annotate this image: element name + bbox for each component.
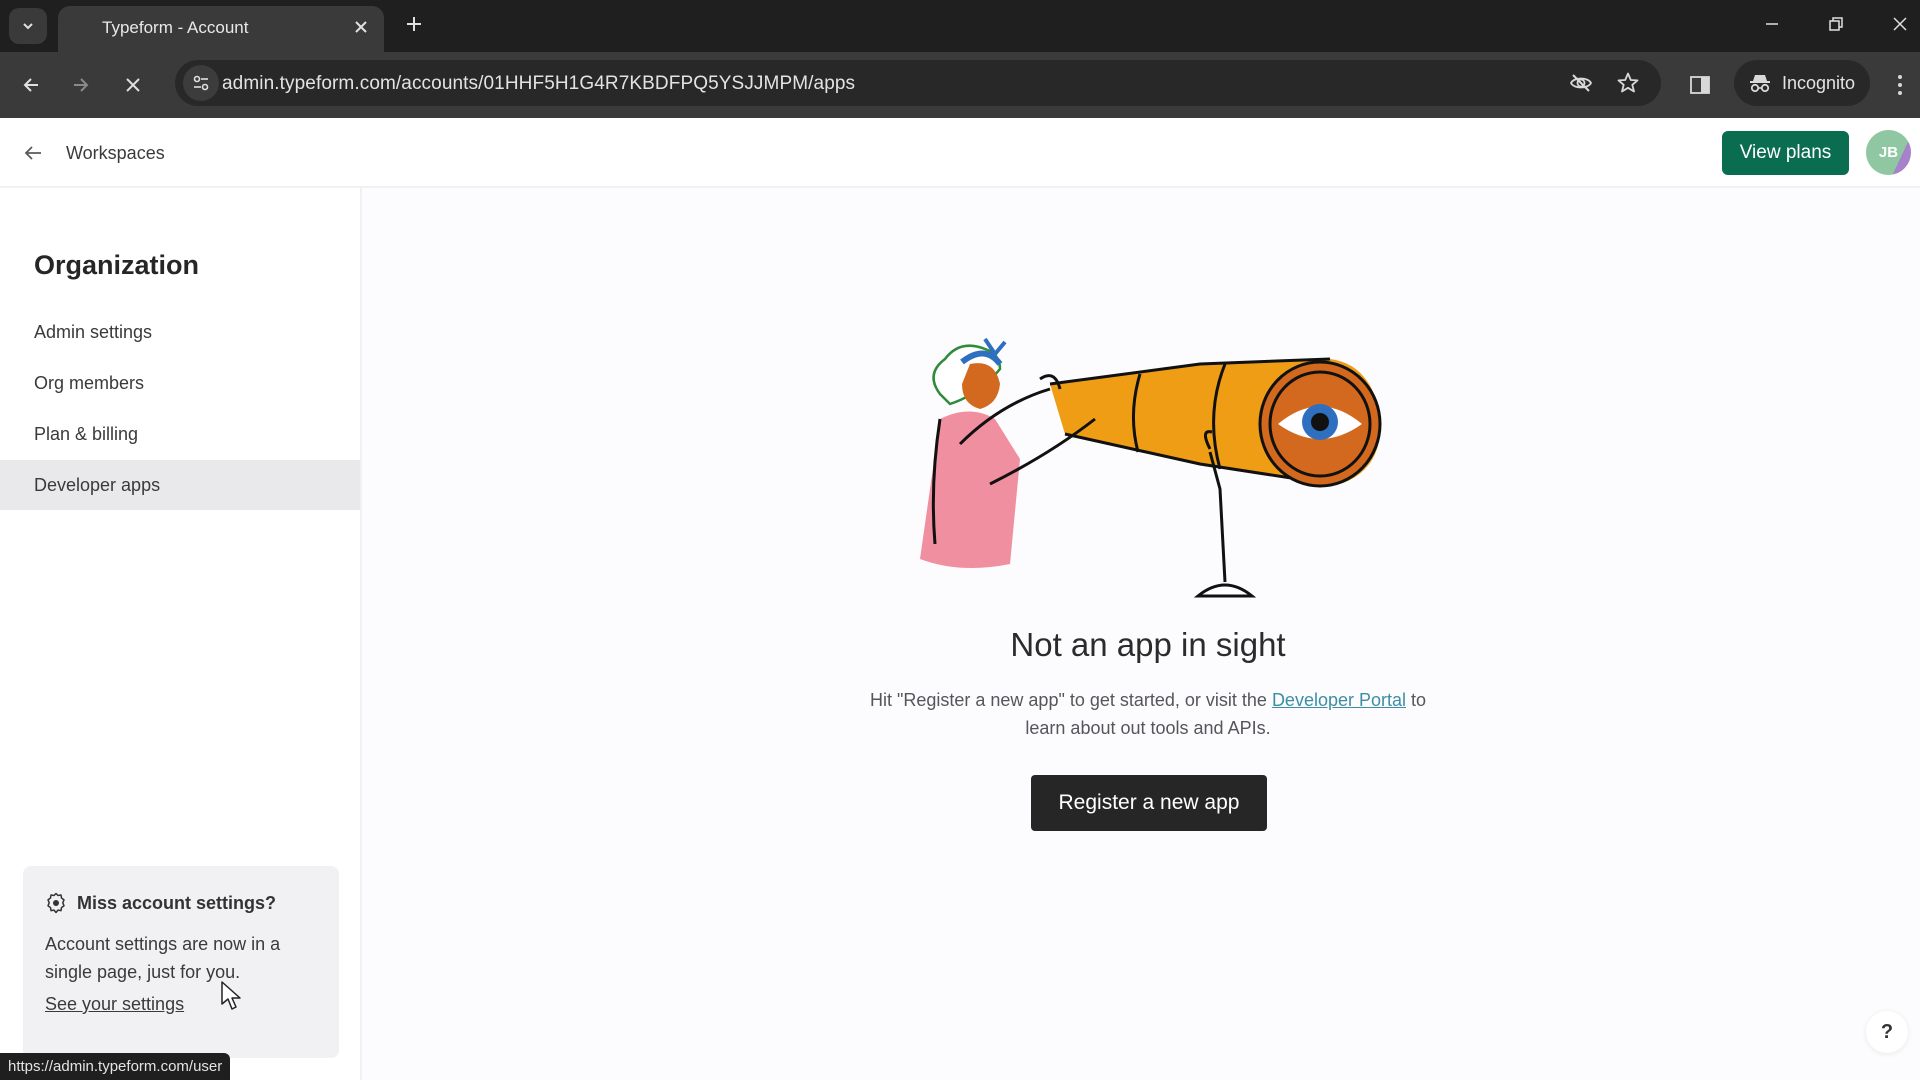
eye-off-icon [1569, 74, 1593, 92]
back-to-workspaces-button[interactable] [20, 140, 46, 166]
close-icon [1893, 17, 1907, 31]
desc-text-before: Hit "Register a new app" to get started,… [869, 690, 1272, 710]
tab-search-button[interactable] [9, 8, 47, 44]
telescope-illustration [920, 337, 1382, 598]
restore-button[interactable] [1816, 6, 1856, 42]
forward-button[interactable] [64, 68, 98, 102]
sidebar-item-admin-settings[interactable]: Admin settings [0, 307, 360, 357]
account-settings-promo: Miss account settings? Account settings … [23, 866, 339, 1058]
kebab-dot [1898, 83, 1902, 87]
help-button[interactable]: ? [1866, 1011, 1908, 1053]
eye-pupil [1311, 413, 1329, 431]
link-preview-status: https://admin.typeform.com/user [0, 1053, 231, 1080]
tracking-protection-button[interactable] [1568, 70, 1594, 96]
register-new-app-button[interactable]: Register a new app [1031, 775, 1267, 831]
bookmark-button[interactable] [1615, 70, 1641, 96]
url-text[interactable]: admin.typeform.com/accounts/01HHF5H1G4R7… [222, 73, 855, 95]
sidebar-title: Organization [34, 250, 200, 280]
incognito-icon [1750, 75, 1770, 93]
sidebar-item-developer-apps[interactable]: Developer apps [0, 460, 360, 510]
mouse-cursor-icon [221, 981, 241, 1010]
close-window-button[interactable] [1880, 6, 1920, 42]
browser-menu-button[interactable] [1890, 68, 1910, 102]
kebab-menu-icon [1898, 75, 1902, 79]
main-content: Not an app in sight Hit "Register a new … [362, 188, 1920, 1080]
incognito-indicator[interactable]: Incognito [1734, 60, 1870, 106]
empty-state-description: Hit "Register a new app" to get started,… [862, 686, 1434, 742]
new-tab-button[interactable] [400, 10, 428, 38]
empty-state-title: Not an app in sight [1010, 626, 1286, 663]
browser-toolbar: admin.typeform.com/accounts/01HHF5H1G4R7… [0, 52, 1920, 118]
promo-title: Miss account settings? [77, 892, 277, 913]
chevron-down-icon [23, 23, 33, 30]
stop-loading-button[interactable] [116, 68, 150, 102]
site-info-button[interactable] [183, 65, 219, 101]
close-icon [126, 78, 140, 92]
help-icon: ? [1880, 1020, 1894, 1043]
close-icon [355, 21, 367, 33]
star-icon [1617, 72, 1639, 93]
minimize-button[interactable] [1752, 6, 1792, 42]
app-header: Workspaces View plans JB [0, 118, 1920, 188]
gear-icon [47, 892, 65, 914]
view-plans-button[interactable]: View plans [1722, 131, 1849, 175]
arrow-right-icon [74, 78, 89, 92]
tab-close-button[interactable] [350, 16, 372, 38]
stand-base [1193, 583, 1257, 598]
tune-icon [193, 75, 209, 91]
address-bar[interactable]: admin.typeform.com/accounts/01HHF5H1G4R7… [175, 60, 1661, 106]
side-panel-button[interactable] [1685, 70, 1715, 100]
minimize-icon [1766, 23, 1778, 25]
avatar[interactable]: JB [1866, 130, 1911, 175]
sidebar-item-plan-billing[interactable]: Plan & billing [0, 409, 360, 459]
developer-portal-link[interactable]: Developer Portal [1272, 690, 1406, 710]
side-panel-icon [1690, 76, 1710, 94]
sidebar-item-org-members[interactable]: Org members [0, 358, 360, 408]
arrow-left-icon [23, 78, 38, 92]
kebab-dot [1898, 91, 1902, 95]
restore-icon [1829, 17, 1843, 31]
browser-tab[interactable]: Typeform - Account [58, 6, 384, 52]
back-button[interactable] [14, 68, 48, 102]
see-your-settings-link[interactable]: See your settings [45, 994, 184, 1015]
plus-icon [407, 17, 421, 31]
arrow-left-icon [24, 146, 41, 160]
browser-tab-bar: Typeform - Account [0, 0, 1920, 52]
tab-title: Typeform - Account [102, 18, 249, 37]
sidebar: Organization Admin settings Org members … [0, 188, 362, 1080]
workspaces-link[interactable]: Workspaces [66, 143, 165, 164]
incognito-label: Incognito [1782, 72, 1856, 93]
promo-body: Account settings are now in a single pag… [45, 934, 281, 982]
promo-header: Miss account settings? [45, 892, 276, 914]
